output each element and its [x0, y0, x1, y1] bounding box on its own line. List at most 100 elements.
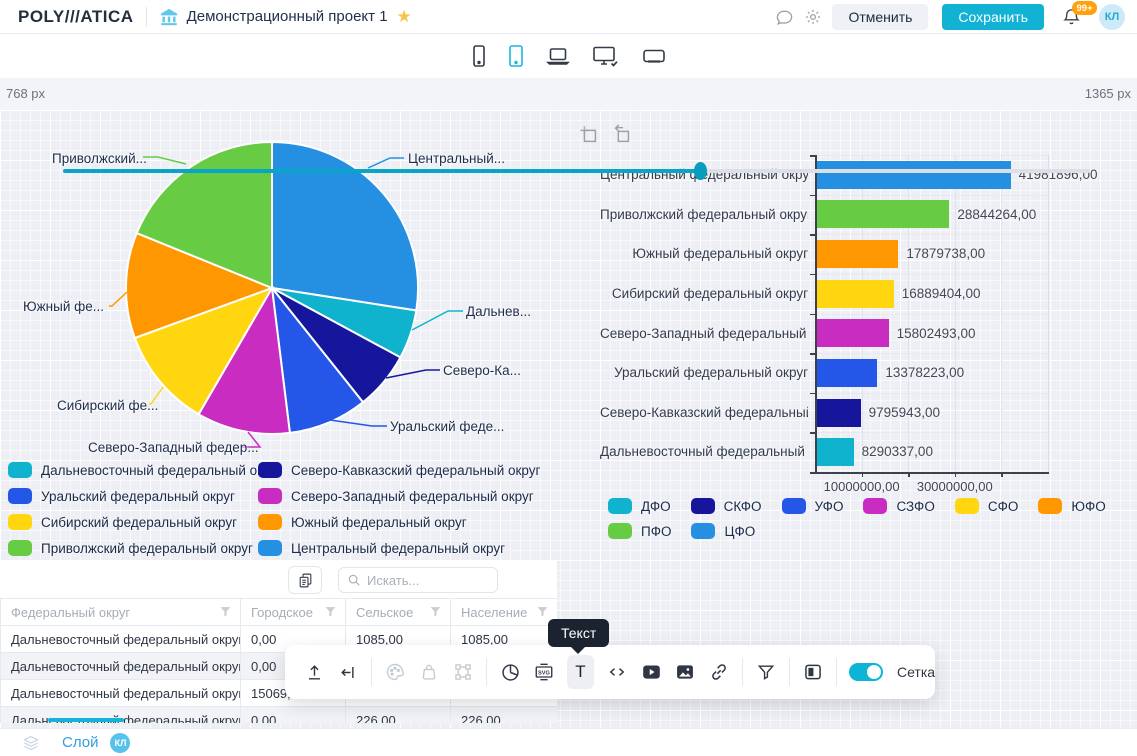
column-filter-icon[interactable] [324, 605, 337, 618]
favorite-star-icon[interactable]: ★ [397, 7, 412, 27]
device-tablet-icon[interactable] [508, 44, 524, 68]
bar-legend-item[interactable]: СФО [955, 498, 1019, 514]
pie-callout-label: Южный фе... [23, 299, 104, 314]
bar[interactable] [815, 200, 949, 228]
bar-legend-item[interactable]: СКФО [691, 498, 762, 514]
bar[interactable] [815, 438, 854, 466]
x-axis-tick [955, 472, 957, 477]
y-axis-tick [810, 195, 815, 197]
legend-color-chip [258, 462, 282, 478]
filter-funnel-icon[interactable] [755, 655, 777, 689]
device-size-bar [0, 34, 1137, 78]
pie-callout-label: Центральный... [408, 151, 505, 166]
tab-left-icon[interactable] [337, 655, 359, 689]
copy-table-button[interactable] [288, 566, 322, 594]
bar[interactable] [815, 161, 1011, 189]
bar[interactable] [815, 280, 894, 308]
pie-legend-item[interactable]: Северо-Западный федеральный округ [258, 488, 540, 504]
settings-gear-icon[interactable] [804, 8, 822, 26]
bar[interactable] [815, 359, 877, 387]
pie-legend-item[interactable]: Дальневосточный федеральный округ [8, 462, 258, 478]
device-desktop-check-icon[interactable] [592, 45, 620, 67]
bar-legend-item[interactable]: ЮФО [1038, 498, 1105, 514]
bar-legend-item[interactable]: ДФО [608, 498, 671, 514]
project-icon [159, 8, 179, 26]
pie-leader-line [412, 311, 463, 330]
column-filter-icon[interactable] [536, 605, 549, 618]
dashboard-canvas[interactable]: Центральный...Дальнев...Северо-Ка...Урал… [0, 110, 1137, 728]
plot-right-border [1048, 155, 1049, 472]
pie-leader-line [368, 158, 404, 168]
legend-color-chip [863, 498, 887, 514]
x-axis-tick-label: 30000000,00 [917, 479, 993, 494]
pie-legend-item[interactable]: Южный федеральный округ [258, 514, 540, 530]
bucket-icon [418, 655, 440, 689]
code-icon[interactable] [606, 655, 628, 689]
comments-icon[interactable] [775, 8, 794, 27]
bar[interactable] [815, 319, 889, 347]
pie-legend-item[interactable]: Уральский федеральный округ [8, 488, 258, 504]
bar-legend-item[interactable]: ЦФО [691, 523, 755, 539]
pie-leader-line [386, 370, 440, 378]
pie-legend-item[interactable]: Центральный федеральный округ [258, 540, 540, 556]
bar-category-label: Северо-Кавказский федеральный ... [600, 393, 808, 433]
bar-category-label: Южный федеральный округ [600, 234, 808, 274]
legend-label: Центральный федеральный округ [291, 541, 505, 556]
column-filter-icon[interactable] [219, 605, 232, 618]
pie-slice[interactable] [272, 142, 418, 311]
legend-label: Южный федеральный округ [291, 515, 467, 530]
video-icon[interactable] [640, 655, 662, 689]
user-avatar[interactable]: КЛ [1099, 4, 1125, 30]
panel-icon[interactable] [802, 655, 824, 689]
cancel-button[interactable]: Отменить [832, 4, 928, 30]
layers-icon[interactable] [22, 735, 40, 751]
y-axis-tick [810, 472, 815, 474]
add-frame-icon[interactable] [578, 124, 600, 146]
width-slider-track[interactable] [63, 169, 1090, 173]
search-icon [347, 573, 361, 587]
layer-label[interactable]: Слой [62, 734, 98, 751]
bar[interactable] [815, 399, 861, 427]
bar-chart[interactable]: Центральный федеральный округ41981896,00… [600, 150, 1137, 490]
y-axis-tick [810, 393, 815, 395]
pie-legend: Дальневосточный федеральный округСеверо-… [8, 462, 540, 556]
grid-toggle-label: Сетка [897, 664, 935, 680]
pie-chart-icon[interactable] [499, 655, 521, 689]
bar-legend-item[interactable]: СЗФО [863, 498, 934, 514]
bar-legend-item[interactable]: ПФО [608, 523, 671, 539]
bar[interactable] [815, 240, 898, 268]
notifications-bell-icon[interactable]: 99+ [1062, 7, 1081, 27]
grid-toggle[interactable] [849, 663, 883, 681]
bar-value-label: 15802493,00 [897, 314, 976, 354]
upload-icon[interactable] [303, 655, 325, 689]
search-input[interactable] [367, 573, 482, 588]
table-column-header: Городское [241, 599, 346, 626]
bar-legend-item[interactable]: УФО [782, 498, 844, 514]
text-tool-tooltip: Текст [548, 619, 609, 647]
legend-label: Северо-Кавказский федеральный округ [291, 463, 540, 478]
save-button[interactable]: Сохранить [942, 4, 1044, 30]
bar-row-gridline [815, 155, 1048, 156]
toolbar-divider [789, 658, 790, 686]
y-axis-line [815, 155, 817, 472]
column-filter-icon[interactable] [429, 605, 442, 618]
pie-legend-item[interactable]: Северо-Кавказский федеральный округ [258, 462, 540, 478]
link-icon[interactable] [708, 655, 730, 689]
undo-frame-icon[interactable] [611, 124, 633, 146]
svg-icon[interactable]: SVG [533, 655, 555, 689]
transform-icon [452, 655, 474, 689]
y-axis-tick [810, 314, 815, 316]
width-slider-handle[interactable] [694, 162, 707, 180]
pie-legend-item[interactable]: Сибирский федеральный округ [8, 514, 258, 530]
text-tool-button[interactable]: T [567, 655, 594, 689]
pie-legend-item[interactable]: Приволжский федеральный округ [8, 540, 258, 556]
table-horizontal-scrollbar[interactable] [48, 718, 124, 722]
table-search[interactable] [338, 567, 498, 593]
layer-bar: Слой КЛ [0, 728, 1137, 756]
device-phone-icon[interactable] [472, 44, 486, 68]
device-laptop-icon[interactable] [546, 46, 570, 66]
device-widescreen-icon[interactable] [642, 47, 666, 65]
image-icon[interactable] [674, 655, 696, 689]
table-cell: 226,00 [451, 707, 558, 724]
legend-color-chip [258, 488, 282, 504]
